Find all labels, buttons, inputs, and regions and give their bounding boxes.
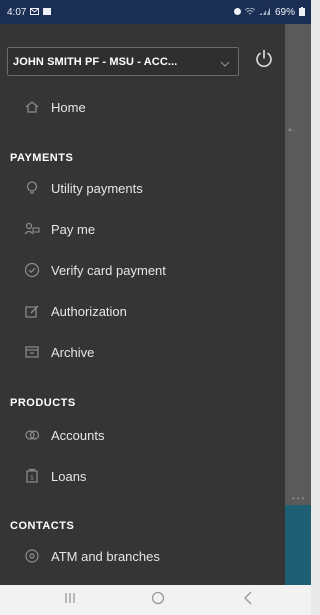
account-selector[interactable]: JOHN SMITH PF - MSU - ACC... [7,47,239,76]
menu-item-atm-and-branches[interactable]: ATM and branches [0,538,285,574]
menu-item-pay-me[interactable]: Pay me [0,211,285,247]
home-icon [24,99,40,115]
edit-icon [24,303,40,319]
alarm-icon [233,7,241,17]
wifi-icon [244,7,256,17]
back-icon [243,591,253,610]
signal-icon [258,7,271,17]
menu-item-archive[interactable]: Archive [0,334,285,370]
menu-item-label: ATM and branches [51,548,160,564]
menu-item-label: Authorization [51,303,127,319]
menu-item-home[interactable]: Home [0,89,285,125]
navigation-drawer: JOHN SMITH PF - MSU - ACC... Home PAYMEN… [0,24,285,585]
menu-item-label: Home [51,99,86,115]
location-icon [24,548,40,564]
battery-icon [299,6,305,18]
svg-text:$: $ [30,475,34,482]
menu-item-label: Pay me [51,221,96,237]
section-header-contacts: CONTACTS [10,520,75,532]
archive-icon [24,344,40,360]
section-header-products: PRODUCTS [10,397,76,409]
status-right: 69% [233,6,305,18]
recent-apps-icon [64,591,76,609]
menu-item-label: Accounts [51,427,105,443]
background-app-banner [285,505,311,585]
menu-item-loans[interactable]: $ Loans [0,458,285,494]
coins-icon [24,427,40,443]
back-nav-button[interactable] [238,591,258,609]
menu-item-label: Loans [51,468,87,484]
person-money-icon [24,221,40,237]
logout-button[interactable] [249,46,279,76]
battery-percent: 69% [274,6,295,18]
lightbulb-icon [24,180,40,196]
menu-item-label: Utility payments [51,180,143,196]
menu-item-verify-card-payment[interactable]: Verify card payment [0,252,285,288]
home-circle-icon [151,591,165,610]
menu-item-label: Archive [51,344,95,360]
account-row: JOHN SMITH PF - MSU - ACC... [0,24,285,94]
status-time: 4:07 [7,6,27,18]
account-selector-value: JOHN SMITH PF - MSU - ACC... [13,55,178,68]
check-circle-icon [24,262,40,278]
power-icon [254,49,274,74]
menu-item-label: Verify card payment [51,262,166,278]
chevron-down-icon [220,56,230,67]
background-text-fragment: ▪· [288,125,295,136]
menu-item-authorization[interactable]: Authorization [0,293,285,329]
recent-apps-button[interactable] [60,591,80,609]
section-header-payments: PAYMENTS [10,152,74,164]
image-icon [43,7,52,17]
mail-icon [30,7,40,17]
loan-icon: $ [24,468,40,484]
menu-item-accounts[interactable]: Accounts [0,417,285,453]
status-left: 4:07 [7,6,52,18]
menu-item-utility-payments[interactable]: Utility payments [0,170,285,206]
home-nav-button[interactable] [148,591,168,609]
background-page-dots: ••• [292,494,307,503]
status-bar: 4:07 69% [0,0,311,24]
system-nav-bar [0,585,311,615]
